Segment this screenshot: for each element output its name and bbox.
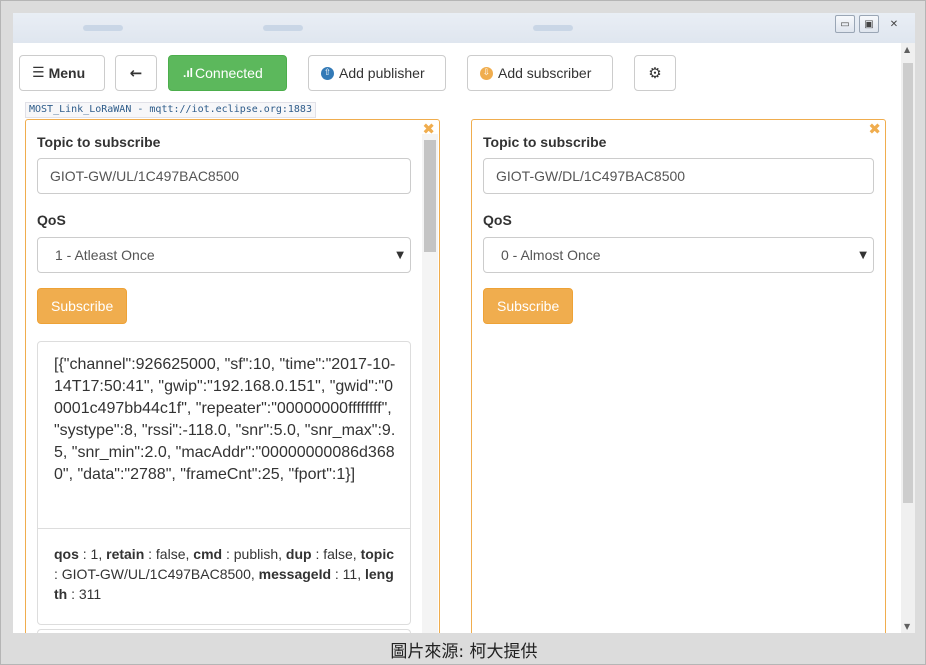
gear-icon: ⚙: [648, 64, 662, 82]
topic-label: Topic to subscribe: [483, 134, 607, 150]
connected-button[interactable]: .ıl Connected: [168, 55, 287, 91]
qos-select-value: 0 - Almost Once: [501, 247, 601, 263]
meta-messageid-value: : 11,: [331, 566, 365, 582]
meta-qos-value: : 1,: [78, 546, 107, 562]
close-window-button[interactable]: ✕: [883, 15, 905, 33]
blurred-title-text: [263, 25, 303, 31]
message-meta: qos : 1, retain : false, cmd : publish, …: [54, 544, 398, 604]
message-payload: [{"channel":926625000, "sf":10, "time":"…: [54, 356, 396, 483]
caret-down-icon: ▼: [859, 250, 867, 261]
meta-qos-key: qos: [54, 546, 79, 562]
add-subscriber-label: Add subscriber: [498, 65, 592, 81]
settings-button[interactable]: ⚙: [634, 55, 676, 91]
subscriber-panel-1: ✖ Topic to subscribe GIOT-GW/UL/1C497BAC…: [25, 119, 440, 633]
topic-input[interactable]: GIOT-GW/DL/1C497BAC8500: [483, 158, 874, 194]
subscriber-panel-2: ✖ Topic to subscribe GIOT-GW/DL/1C497BAC…: [471, 119, 886, 633]
qos-label: QoS: [37, 212, 66, 228]
topic-label: Topic to subscribe: [37, 134, 161, 150]
page-viewport: ☰ Menu ← .ıl Connected ⇧ Add publisher ⇩…: [13, 43, 915, 633]
next-message-card: [37, 629, 411, 633]
window-titlebar: ▭ ▣ ✕: [13, 13, 915, 43]
toolbar: ☰ Menu ← .ıl Connected ⇧ Add publisher ⇩…: [19, 55, 676, 91]
arrow-left-icon: ←: [129, 64, 143, 82]
menu-button[interactable]: ☰ Menu: [19, 55, 105, 91]
close-panel-icon[interactable]: ✖: [868, 120, 881, 138]
subscribe-button[interactable]: Subscribe: [37, 288, 128, 324]
menu-label: Menu: [48, 65, 86, 81]
page-scrollbar-thumb[interactable]: [903, 63, 913, 503]
meta-cmd-value: : publish,: [222, 546, 286, 562]
blurred-title-text: [83, 25, 123, 31]
panel-scrollbar[interactable]: [422, 134, 438, 633]
qos-label: QoS: [483, 212, 512, 228]
window-controls: ▭ ▣ ✕: [835, 15, 905, 33]
arrow-up-circle-icon: ⇧: [321, 66, 334, 80]
scroll-up-icon[interactable]: ▲: [904, 45, 910, 54]
connection-url: MOST_Link_LoRaWAN - mqtt://iot.eclipse.o…: [25, 102, 316, 118]
restore-button[interactable]: ▣: [859, 15, 879, 33]
topic-input[interactable]: GIOT-GW/UL/1C497BAC8500: [37, 158, 411, 194]
message-divider: [38, 528, 410, 529]
scroll-down-icon[interactable]: ▼: [904, 622, 910, 631]
back-button[interactable]: ←: [115, 55, 157, 91]
browser-window: ▭ ▣ ✕ ☰ Menu ← .ıl Connected ⇧ Add publi…: [0, 0, 926, 665]
meta-cmd-key: cmd: [193, 546, 223, 562]
caret-down-icon: ▼: [396, 250, 404, 261]
add-subscriber-button[interactable]: ⇩ Add subscriber: [467, 55, 613, 91]
add-publisher-button[interactable]: ⇧ Add publisher: [308, 55, 446, 91]
meta-dup-value: : false,: [311, 546, 361, 562]
blurred-title-text: [533, 25, 573, 31]
minimize-button[interactable]: ▭: [835, 15, 855, 33]
meta-retain-key: retain: [106, 546, 145, 562]
add-publisher-label: Add publisher: [339, 65, 425, 81]
arrow-down-circle-icon: ⇩: [480, 66, 493, 80]
panel-scrollbar-thumb[interactable]: [424, 140, 436, 252]
qos-select[interactable]: 1 - Atleast Once ▼: [37, 237, 411, 273]
meta-topic-value: : GIOT-GW/UL/1C497BAC8500,: [54, 566, 259, 582]
qos-select-value: 1 - Atleast Once: [55, 247, 155, 263]
meta-topic-key: topic: [360, 546, 395, 562]
message-card: [{"channel":926625000, "sf":10, "time":"…: [37, 341, 411, 625]
qos-select[interactable]: 0 - Almost Once ▼: [483, 237, 874, 273]
image-caption: 圖片來源: 柯大提供: [390, 642, 538, 662]
meta-retain-value: : false,: [144, 546, 194, 562]
subscribe-button[interactable]: Subscribe: [483, 288, 574, 324]
meta-messageid-key: messageId: [258, 566, 332, 582]
signal-icon: .ıl: [183, 66, 194, 80]
meta-length-value: : 311: [67, 586, 102, 602]
meta-dup-key: dup: [285, 546, 312, 562]
page-scrollbar[interactable]: ▲ ▼: [901, 43, 915, 633]
hamburger-icon: ☰: [32, 65, 45, 81]
connected-label: Connected: [195, 65, 263, 81]
